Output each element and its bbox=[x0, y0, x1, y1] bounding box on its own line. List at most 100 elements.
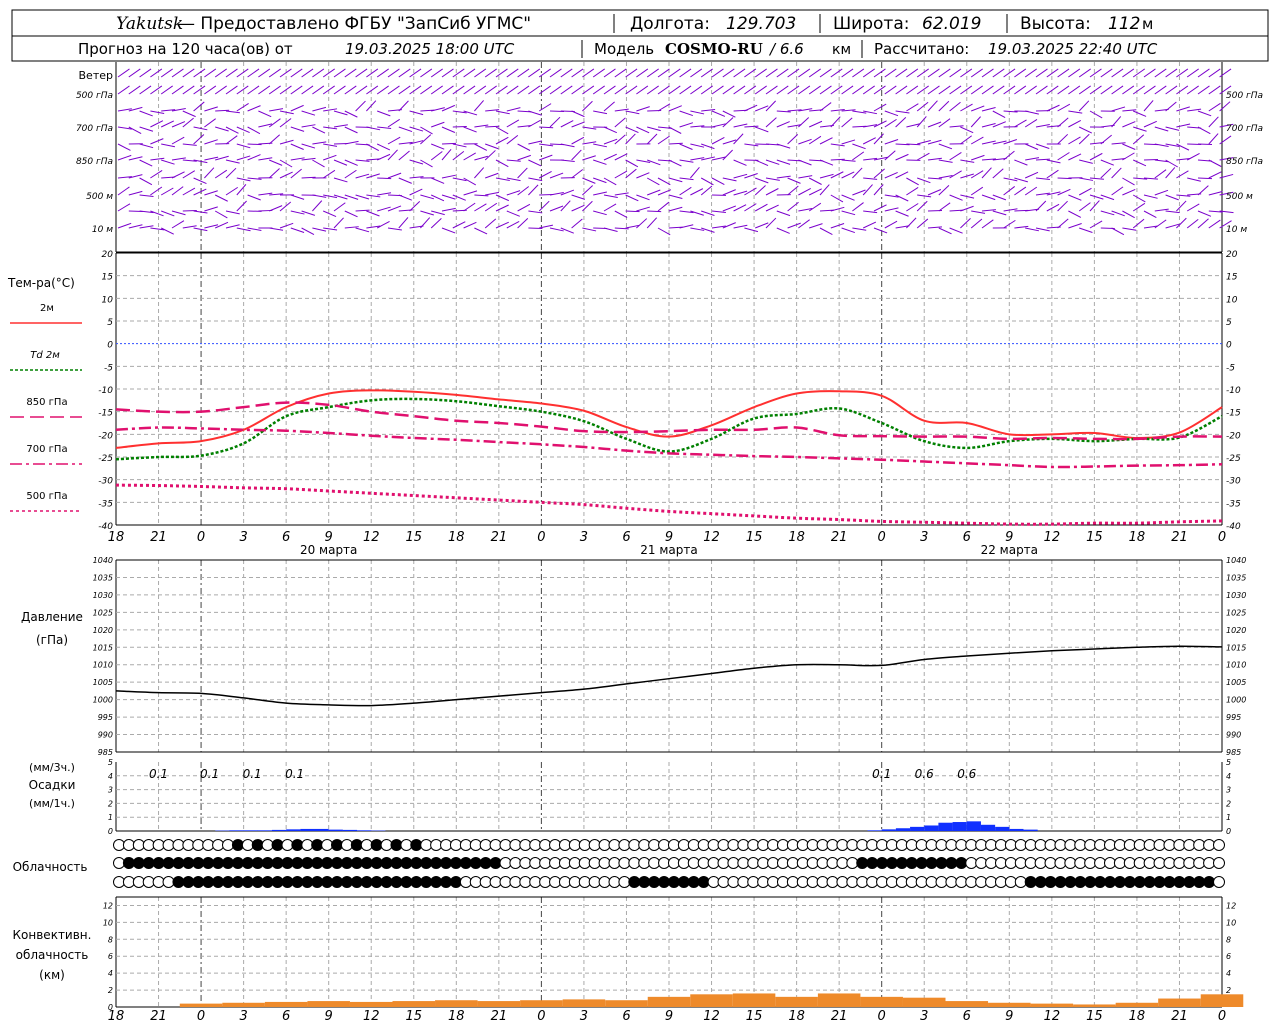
wind-barb bbox=[798, 85, 811, 95]
cloud-cover-symbol bbox=[568, 876, 581, 888]
cloud-cover-symbol bbox=[449, 876, 462, 888]
wind-barb bbox=[528, 68, 541, 78]
cloud-cover-symbol bbox=[479, 857, 492, 869]
wind-barb bbox=[895, 68, 908, 78]
cloud-cover-symbol bbox=[311, 839, 324, 851]
cloud-cover-symbol bbox=[638, 839, 651, 851]
wind-barb bbox=[1111, 186, 1124, 196]
model-name: COSMO-RU bbox=[665, 40, 763, 58]
wind-barb bbox=[625, 68, 638, 78]
wind-barb bbox=[431, 121, 445, 128]
cloud-cover-symbol bbox=[1193, 839, 1206, 851]
wind-barb bbox=[485, 125, 500, 128]
lon-value: 129.703 bbox=[726, 14, 796, 34]
wind-barb bbox=[268, 68, 281, 78]
wind-barb bbox=[1186, 218, 1199, 229]
cloud-cover-symbol bbox=[568, 839, 581, 851]
wind-barb bbox=[1197, 185, 1209, 196]
wind-barb bbox=[884, 110, 899, 117]
precip-tick-label: 3 bbox=[108, 786, 113, 795]
wind-barb bbox=[1154, 68, 1167, 78]
cloud-cover-symbol bbox=[895, 857, 908, 869]
wind-barb bbox=[150, 157, 165, 161]
wind-barb bbox=[895, 85, 908, 95]
wind-barb bbox=[711, 68, 724, 78]
cloud-cover-symbol bbox=[578, 839, 591, 851]
cloud-cover-symbol bbox=[1064, 839, 1077, 851]
wind-barb bbox=[517, 203, 531, 212]
wind-barb bbox=[1143, 85, 1156, 95]
wind-barb bbox=[398, 100, 409, 112]
wind-barb bbox=[160, 85, 173, 95]
precip-bar bbox=[995, 826, 1010, 831]
cloud-cover-symbol bbox=[182, 839, 195, 851]
wind-barb bbox=[409, 85, 422, 95]
cloud-cover-symbol bbox=[479, 876, 492, 888]
cloud-cover-symbol bbox=[667, 857, 680, 869]
wind-barb bbox=[1165, 194, 1179, 201]
wind-barb bbox=[268, 85, 281, 95]
wind-barb bbox=[1089, 220, 1103, 229]
hour-tick-label: 18 bbox=[1129, 1009, 1146, 1024]
wind-barb bbox=[981, 107, 996, 112]
wind-barb bbox=[355, 227, 370, 233]
wind-barb bbox=[1165, 126, 1180, 131]
wind-barb bbox=[290, 168, 302, 179]
cloud-cover-symbol bbox=[806, 839, 819, 851]
wind-barb bbox=[938, 85, 951, 95]
conv-bar bbox=[690, 994, 733, 1007]
pressure-tick-label: 1005 bbox=[93, 678, 113, 687]
wind-barb bbox=[387, 227, 402, 231]
wind-barb bbox=[204, 85, 217, 95]
wind-barb bbox=[571, 204, 585, 212]
wind-barb bbox=[1219, 101, 1231, 112]
wind-barb bbox=[679, 177, 694, 181]
wind-barb bbox=[571, 121, 585, 128]
cloud-cover-symbol bbox=[1084, 876, 1097, 888]
cloud-cover-symbol bbox=[331, 876, 344, 888]
wind-barb bbox=[1078, 187, 1092, 196]
cloud-cover-symbol bbox=[420, 876, 433, 888]
wind-barb bbox=[819, 184, 830, 196]
wind-barb bbox=[215, 155, 229, 161]
wind-barb bbox=[862, 85, 875, 95]
cloud-cover-symbol bbox=[420, 857, 433, 869]
cloud-cover-symbol bbox=[786, 857, 799, 869]
wind-barb bbox=[301, 210, 316, 216]
wind-barb bbox=[1122, 121, 1136, 128]
wind-barb bbox=[247, 105, 261, 112]
wind-barb bbox=[733, 159, 747, 166]
wind-barb bbox=[668, 206, 683, 212]
hour-tick-label: 0 bbox=[1218, 1009, 1226, 1024]
cloud-cover-symbol bbox=[806, 857, 819, 869]
wind-barb bbox=[484, 68, 497, 78]
cloud-cover-symbol bbox=[965, 876, 978, 888]
wind-barb bbox=[160, 120, 175, 128]
wind-barb bbox=[549, 172, 564, 179]
wind-barb bbox=[452, 221, 466, 229]
wind-barb bbox=[1176, 200, 1187, 212]
wind-barb bbox=[776, 68, 789, 78]
hour-tick-label: 15 bbox=[746, 1009, 763, 1024]
cloud-cover-symbol bbox=[1143, 876, 1156, 888]
temp-legend: 2м Td 2м 850 гПа 700 гПа 500 гПа bbox=[10, 303, 82, 512]
wind-barb bbox=[776, 159, 791, 165]
wind-barb bbox=[1078, 126, 1093, 134]
cloud-cover-symbol bbox=[816, 876, 829, 888]
cloud-cover-symbol bbox=[410, 876, 423, 888]
cloud-cover-symbol bbox=[767, 876, 780, 888]
hour-tick-label: 18 bbox=[448, 1009, 465, 1024]
pressure-tick-label: 1015 bbox=[1226, 643, 1246, 652]
cloud-cover-symbol bbox=[182, 857, 195, 869]
pressure-tick-label: 1000 bbox=[93, 696, 113, 705]
wind-barb bbox=[1176, 217, 1187, 229]
cloud-cover-symbol bbox=[113, 839, 125, 851]
cloud-cover-symbol bbox=[370, 857, 383, 869]
wind-barb bbox=[636, 218, 648, 229]
wind-barb bbox=[927, 226, 942, 229]
cloud-cover-symbol bbox=[757, 857, 770, 869]
wind-barb bbox=[960, 85, 973, 95]
wind-barb bbox=[862, 184, 873, 196]
wind-barb bbox=[279, 118, 292, 128]
wind-barb bbox=[1143, 68, 1156, 78]
